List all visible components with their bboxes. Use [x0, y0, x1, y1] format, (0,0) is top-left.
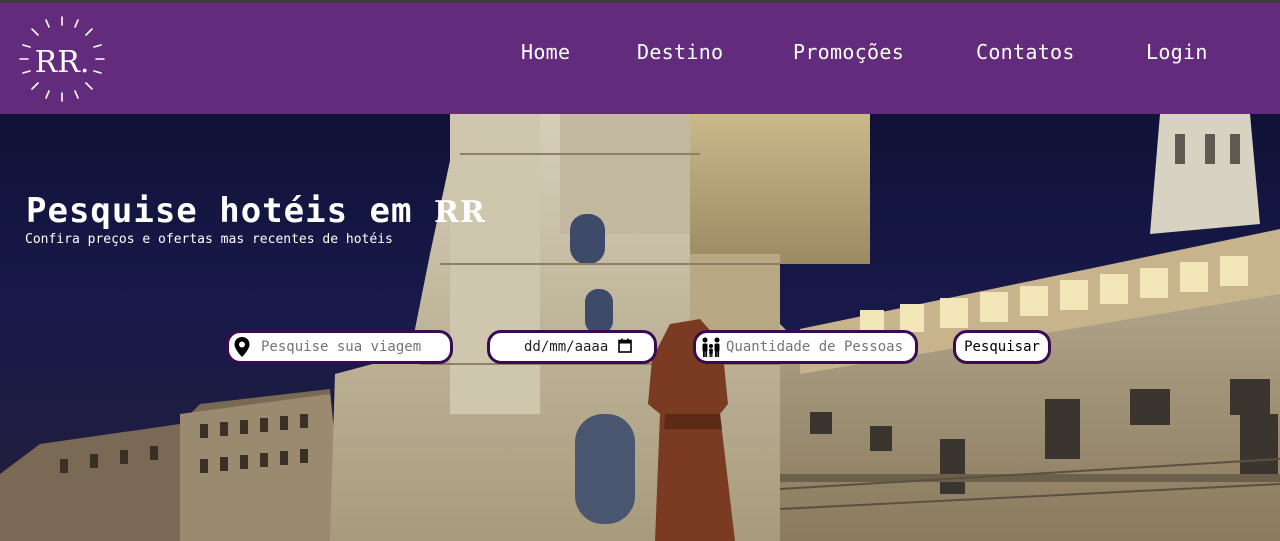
- destination-input[interactable]: [259, 338, 450, 356]
- hero-title-brand: RR: [433, 194, 486, 230]
- date-field[interactable]: dd/mm/aaaa: [487, 330, 657, 364]
- nav-contatos[interactable]: Contatos: [976, 40, 1075, 64]
- calendar-icon[interactable]: [618, 338, 633, 357]
- search-button[interactable]: Pesquisar: [953, 330, 1051, 364]
- hero-title: Pesquise hotéis em RR: [26, 191, 486, 231]
- hero-title-text: Pesquise hotéis em: [26, 190, 413, 231]
- sunburst-logo-icon: RR.: [19, 16, 105, 102]
- nav-promocoes[interactable]: Promoções: [793, 40, 904, 64]
- hero-section: Pesquise hotéis em RR Confira preços e o…: [0, 114, 1280, 541]
- date-input[interactable]: dd/mm/aaaa: [524, 339, 608, 355]
- nav-login[interactable]: Login: [1146, 40, 1208, 64]
- nav-home[interactable]: Home: [521, 40, 570, 64]
- hero-subtitle: Confira preços e ofertas mas recentes de…: [25, 232, 393, 247]
- svg-text:RR.: RR.: [35, 45, 90, 80]
- destination-field[interactable]: [226, 330, 453, 364]
- people-input[interactable]: [724, 338, 915, 356]
- navbar: RR. Home Destino Promoções Contatos Logi…: [0, 3, 1280, 114]
- map-pin-icon: [233, 336, 251, 358]
- cathedral-background-image: [0, 114, 1280, 541]
- nav-destino[interactable]: Destino: [637, 40, 723, 64]
- family-icon: [700, 336, 722, 358]
- people-field[interactable]: [693, 330, 918, 364]
- brand-logo[interactable]: RR.: [18, 15, 106, 103]
